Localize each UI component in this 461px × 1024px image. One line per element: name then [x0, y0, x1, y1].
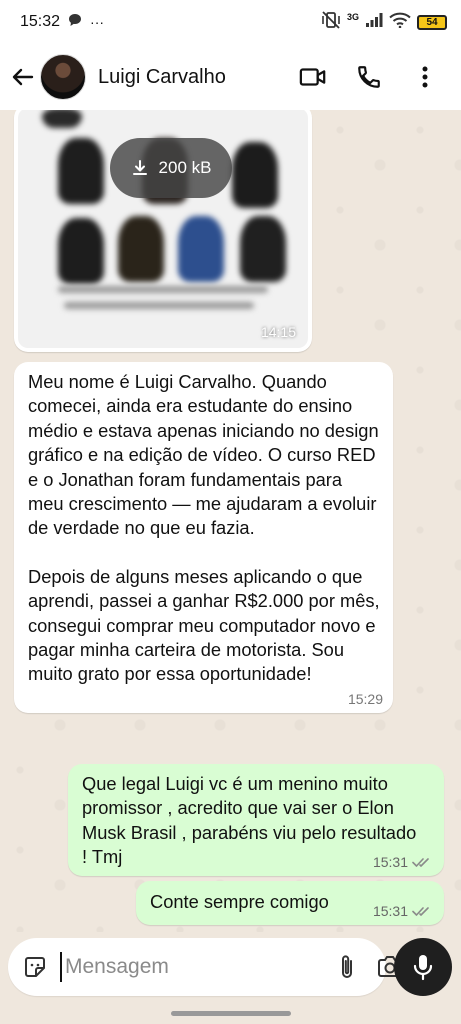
composer-bar: [0, 932, 461, 1024]
double-check-icon: [412, 907, 429, 916]
navigation-handle[interactable]: [171, 1011, 291, 1016]
paperclip-icon: [342, 955, 352, 978]
message-paragraph: Depois de alguns meses aplicando o que a…: [28, 565, 380, 685]
avatar[interactable]: [40, 54, 86, 100]
outgoing-message[interactable]: Que legal Luigi vc é um menino muito pro…: [68, 764, 444, 876]
message-time: 15:29: [347, 690, 383, 707]
video-call-button[interactable]: [299, 63, 327, 91]
back-button[interactable]: [8, 57, 38, 97]
message-time: 15:31: [372, 903, 408, 919]
vibrate-off-icon: [321, 10, 341, 34]
message-paragraph: Meu nome é Luigi Carvalho. Quando comece…: [28, 371, 379, 539]
contact-name[interactable]: Luigi Carvalho: [98, 66, 299, 89]
voice-call-button[interactable]: [355, 63, 383, 91]
phone-icon: [358, 66, 380, 88]
wifi-icon: [389, 12, 411, 33]
chat-area[interactable]: 200 kB 14:15 Meu nome é Luigi Carvalho. …: [0, 110, 461, 932]
image-thumbnail[interactable]: 200 kB 14:15: [18, 110, 308, 348]
more-vert-icon: [422, 66, 428, 88]
back-arrow-icon: [12, 68, 34, 86]
status-more: ···: [90, 14, 105, 30]
message-input-container[interactable]: [8, 938, 402, 996]
video-call-icon: [299, 68, 326, 86]
outgoing-message[interactable]: Conte sempre comigo 15:31: [136, 881, 444, 925]
microphone-icon: [413, 955, 433, 981]
download-size: 200 kB: [158, 158, 212, 177]
image-message[interactable]: 200 kB 14:15: [14, 110, 312, 352]
chat-bubble-icon: [68, 13, 82, 32]
signal-icon: [365, 12, 383, 33]
download-button[interactable]: 200 kB: [110, 138, 232, 198]
incoming-message[interactable]: Meu nome é Luigi Carvalho. Quando comece…: [14, 362, 393, 713]
double-check-icon: [412, 858, 429, 867]
status-time: 15:32: [20, 13, 61, 30]
sticker-icon: [25, 957, 45, 977]
message-time: 15:31: [372, 854, 408, 870]
chat-header: Luigi Carvalho: [0, 44, 461, 110]
more-options-button[interactable]: [411, 63, 439, 91]
status-bar: 15:32 ··· 3G 54: [0, 0, 461, 44]
voice-message-button[interactable]: [394, 938, 452, 996]
message-input[interactable]: [60, 952, 336, 982]
download-icon: [132, 160, 147, 175]
network-type: 3G: [346, 12, 359, 22]
image-time: 14:15: [260, 324, 296, 340]
attach-button[interactable]: [336, 952, 358, 982]
sticker-button[interactable]: [22, 952, 48, 982]
battery-indicator: 54: [417, 14, 447, 30]
